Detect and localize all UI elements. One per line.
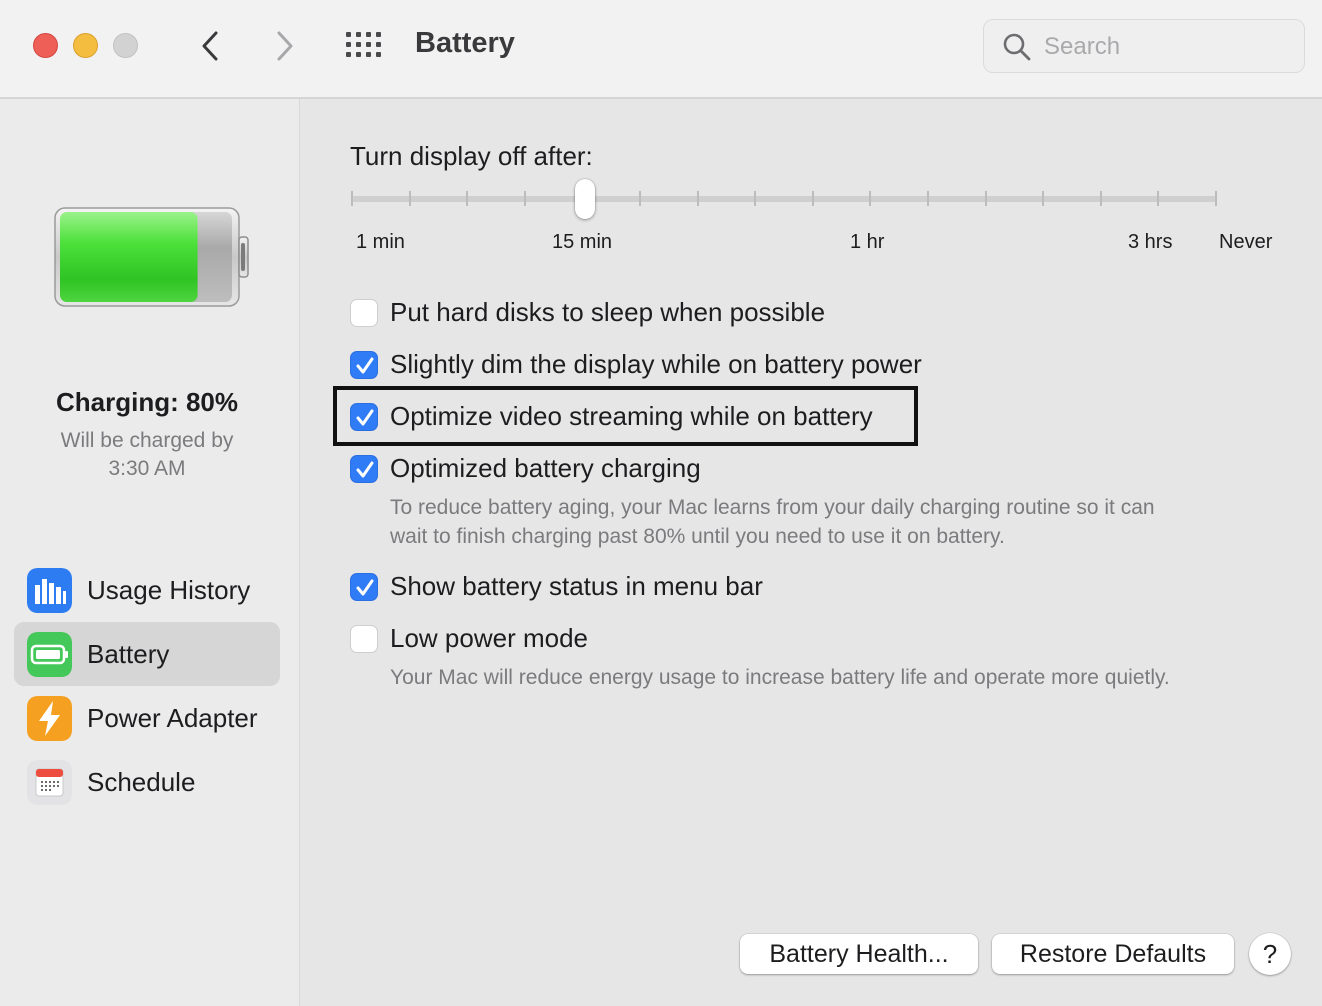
charging-status-subtitle: Will be charged by 3:30 AM [60,429,234,480]
low-power-mode-description: Your Mac will reduce energy usage to inc… [390,666,1170,689]
calendar-icon [27,760,72,805]
sidebar-item-usage-history[interactable]: Usage History [14,558,280,622]
tick-label-3-hrs: 3 hrs [1128,231,1173,253]
optimize-video-streaming-checkbox[interactable] [350,403,378,431]
sidebar: Charging: 80% Will be charged by 3:30 AM… [0,99,300,1006]
slider-tick [869,191,872,206]
charging-status-title: Charging: 80% [55,387,239,417]
checkmark-icon [356,357,374,374]
tick-label-1-min: 1 min [356,231,405,253]
battery-icon [27,632,72,677]
zoom-window-button[interactable] [113,33,138,58]
sidebar-item-power-adapter[interactable]: Power Adapter [14,686,280,750]
low-power-mode-checkbox[interactable] [350,625,378,653]
slider-tick [523,191,526,206]
slider-tick [754,191,757,206]
window-title: Battery [415,27,515,59]
search-input[interactable] [1044,28,1284,66]
sidebar-item-battery[interactable]: Battery [14,622,280,686]
optimized-charging-description: To reduce battery aging, your Mac learns… [390,496,1155,548]
dim-display-checkbox[interactable] [350,351,378,379]
slider-tick [1157,191,1160,206]
slider-tick [927,191,929,206]
slider-tick [811,191,814,206]
minimize-window-button[interactable] [73,33,98,58]
optimized-charging-checkbox[interactable] [350,455,378,483]
tick-label-1-hr: 1 hr [850,231,885,253]
battery-level-icon [54,207,249,307]
main-panel: Turn display off after: 1 min 15 min 1 h… [301,99,1322,1006]
back-button[interactable] [193,26,227,66]
search-field[interactable] [983,19,1305,73]
chevron-left-icon [202,31,218,61]
help-button[interactable]: ? [1249,933,1291,975]
tick-label-15-min: 15 min [552,231,613,253]
slider-tick [351,191,353,206]
show-all-grid-button[interactable] [344,30,386,62]
bar-chart-icon [27,568,72,613]
hard-disk-sleep-checkbox[interactable] [350,299,378,327]
display-off-slider-track[interactable] [352,196,1216,202]
tick-label-never: Never [1219,231,1273,253]
sidebar-item-schedule[interactable]: Schedule [14,750,280,814]
show-battery-status-checkbox[interactable] [350,573,378,601]
slider-tick [696,191,699,206]
chevron-right-icon [277,31,293,61]
checkmark-icon [356,461,374,478]
slider-tick [408,191,411,206]
close-window-button[interactable] [33,33,58,58]
title-bar: Battery [0,0,1322,99]
checkmark-icon [356,409,374,426]
slider-tick [1042,191,1045,206]
restore-defaults-button[interactable]: Restore Defaults [992,934,1234,974]
slider-tick [984,191,987,206]
search-icon [1003,33,1031,61]
slider-tick [466,191,469,206]
forward-button[interactable] [268,26,302,66]
lightning-bolt-icon [27,696,72,741]
slider-tick [1099,191,1102,206]
display-off-slider-label: Turn display off after: [350,141,593,171]
display-off-slider-thumb[interactable] [575,179,595,219]
checkmark-icon [356,579,374,596]
slider-tick [1215,191,1217,206]
battery-health-button[interactable]: Battery Health... [740,934,978,974]
slider-tick [639,191,641,206]
